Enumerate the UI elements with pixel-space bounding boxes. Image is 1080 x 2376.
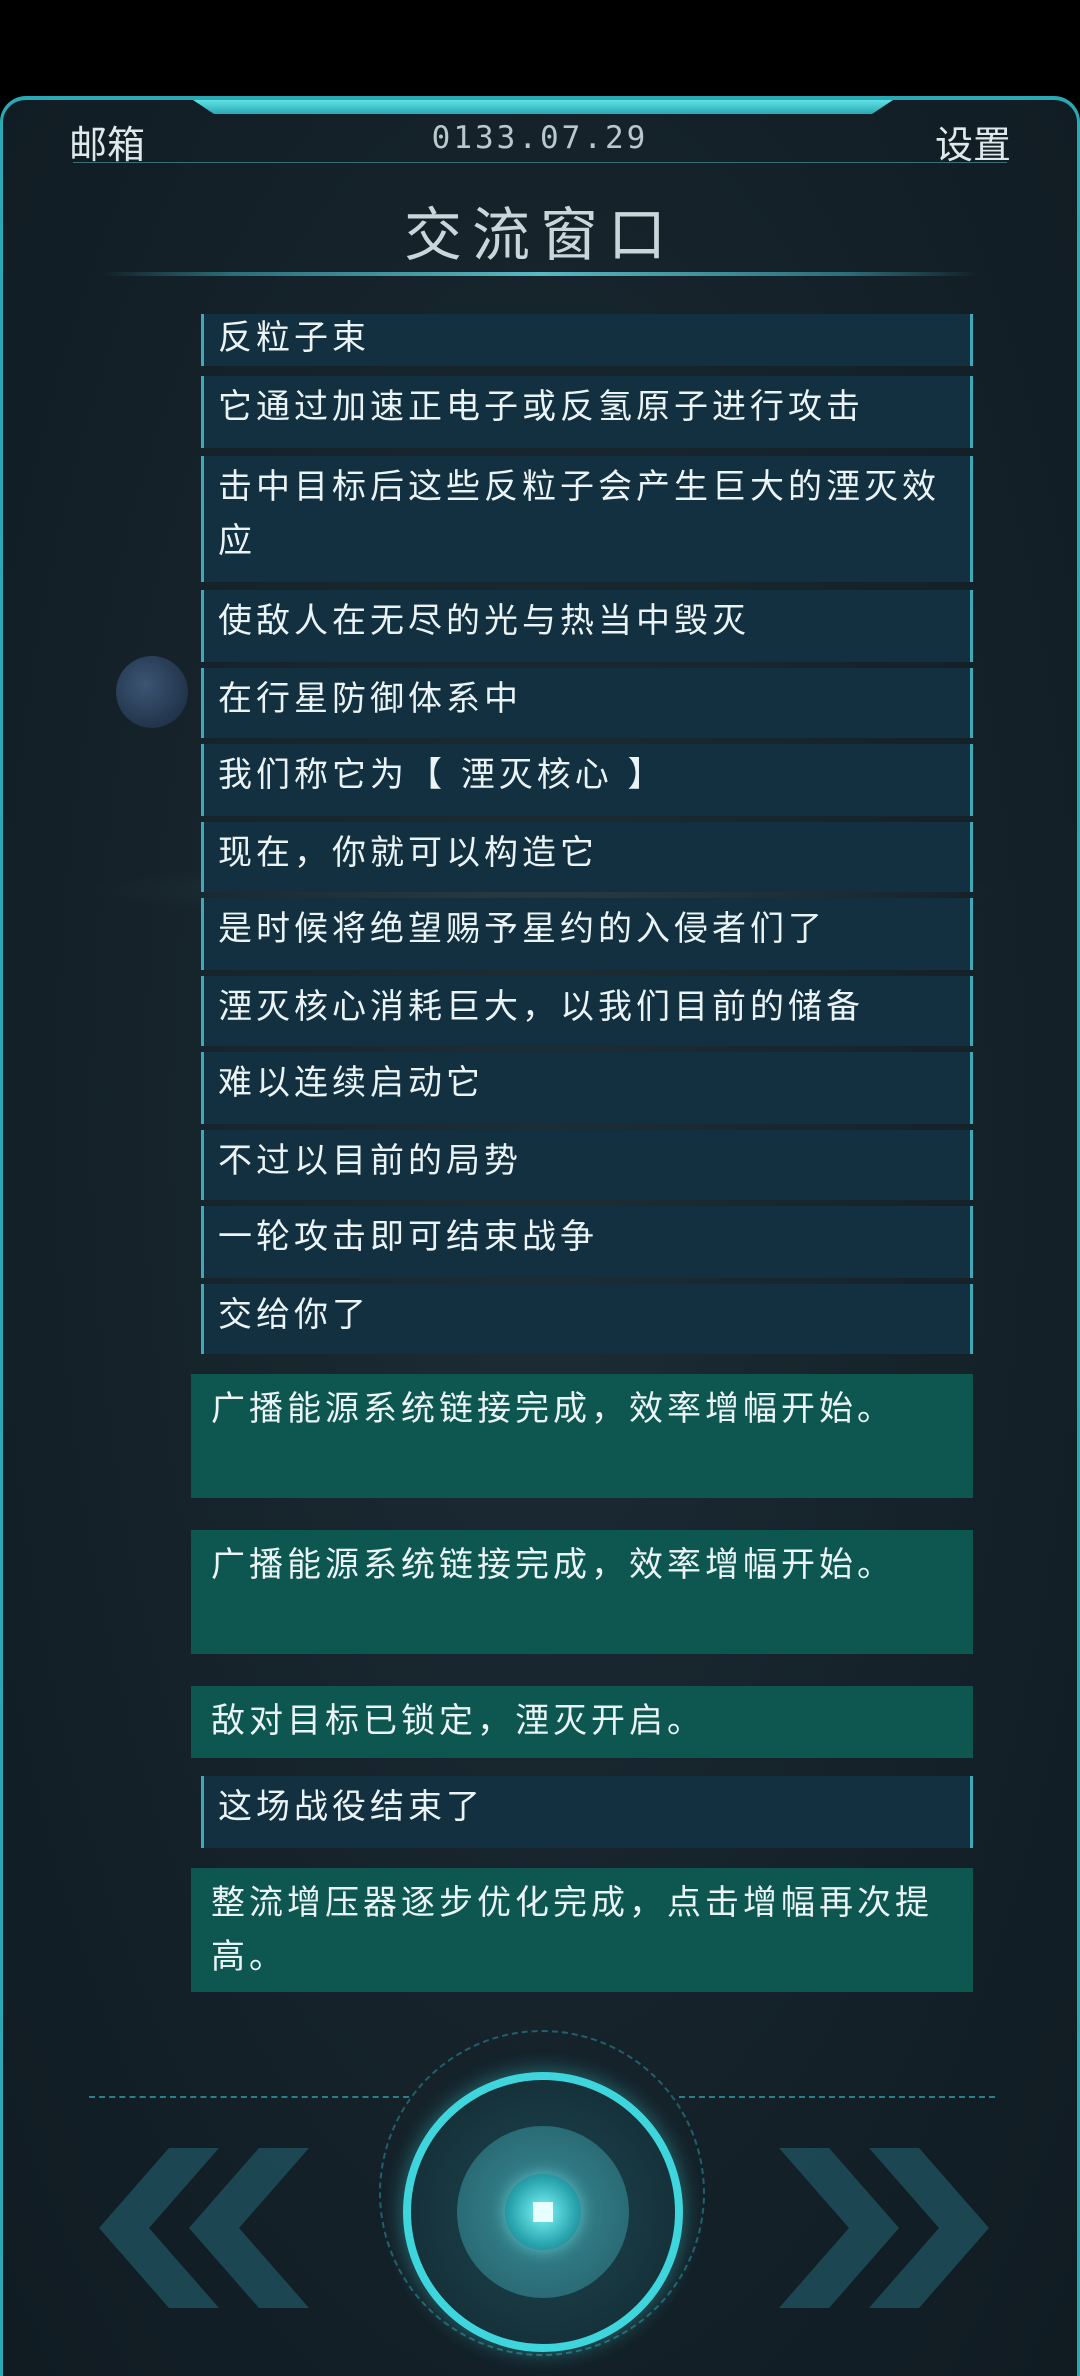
core-button[interactable] (403, 2072, 683, 2352)
control-divider-right (679, 2096, 995, 2098)
message-system: 难以连续启动它 (201, 1052, 973, 1124)
settings-button[interactable]: 设置 (935, 114, 1011, 169)
message-system: 不过以目前的局势 (201, 1130, 973, 1200)
double-chevron-left-icon[interactable] (99, 2148, 329, 2308)
top-accent-bar (193, 100, 893, 114)
planet-decoration (116, 656, 188, 728)
app-frame: 邮箱 0133.07.29 设置 交流窗口 反粒子束 它通过加速正电子或反氢原子… (0, 96, 1080, 2376)
game-date: 0133.07.29 (431, 120, 649, 156)
message-notice: 广播能源系统链接完成，效率增幅开始。 (191, 1374, 973, 1498)
message-system: 击中目标后这些反粒子会产生巨大的湮灭效应 (201, 456, 973, 582)
title-divider (103, 272, 977, 276)
message-system: 是时候将绝望赐予星约的入侵者们了 (201, 898, 973, 970)
message-system: 现在，你就可以构造它 (201, 822, 973, 892)
message-notice: 敌对目标已锁定，湮灭开启。 (191, 1686, 973, 1758)
message-system: 交给你了 (201, 1284, 973, 1354)
message-notice: 整流增压器逐步优化完成，点击增幅再次提高。 (191, 1868, 973, 1992)
core-button-icon (505, 2174, 581, 2250)
header-divider (73, 162, 1007, 163)
page-title: 交流窗口 (403, 201, 676, 269)
message-system: 在行星防御体系中 (201, 668, 973, 738)
message-system: 它通过加速正电子或反氢原子进行攻击 (201, 376, 973, 448)
control-divider-left (89, 2096, 409, 2098)
message-system: 湮灭核心消耗巨大，以我们目前的储备 (201, 976, 973, 1046)
core-button-inner (457, 2126, 629, 2298)
message-system: 我们称它为【 湮灭核心 】 (201, 744, 973, 816)
message-system: 使敌人在无尽的光与热当中毁灭 (201, 590, 973, 662)
message-system: 一轮攻击即可结束战争 (201, 1206, 973, 1278)
message-system: 这场战役结束了 (201, 1776, 973, 1848)
message-notice: 广播能源系统链接完成，效率增幅开始。 (191, 1530, 973, 1654)
double-chevron-right-icon[interactable] (759, 2148, 989, 2308)
message-system: 反粒子束 (201, 314, 973, 366)
